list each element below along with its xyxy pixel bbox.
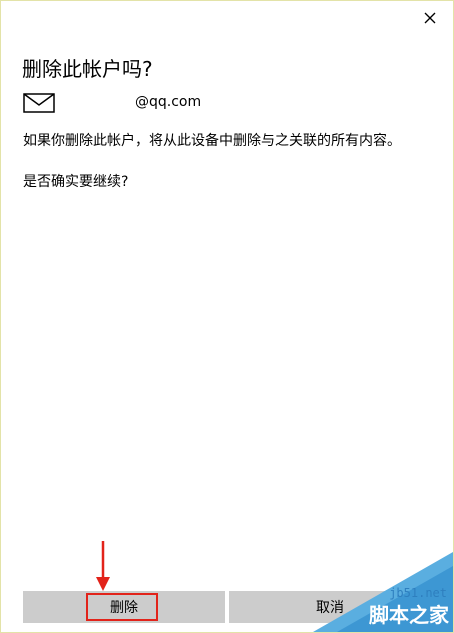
delete-button[interactable]: 删除	[23, 591, 225, 623]
pointer-arrow-icon	[96, 541, 110, 591]
cancel-button[interactable]: 取消	[229, 591, 431, 623]
cancel-button-label: 取消	[316, 600, 344, 616]
account-email: @qq.com	[135, 94, 202, 110]
delete-warning-text: 如果你删除此帐户，将从此设备中删除与之关联的所有内容。	[23, 133, 401, 149]
mail-icon	[23, 93, 55, 113]
confirm-question: 是否确实要继续?	[23, 174, 129, 190]
dialog-window: 删除此帐户吗? @qq.com 如果你删除此帐户，将从此设备中删除与之关联的所有…	[0, 0, 454, 633]
close-icon	[424, 12, 436, 24]
delete-button-label: 删除	[110, 600, 138, 616]
close-button[interactable]	[421, 9, 439, 27]
dialog-title: 删除此帐户吗?	[22, 57, 153, 81]
